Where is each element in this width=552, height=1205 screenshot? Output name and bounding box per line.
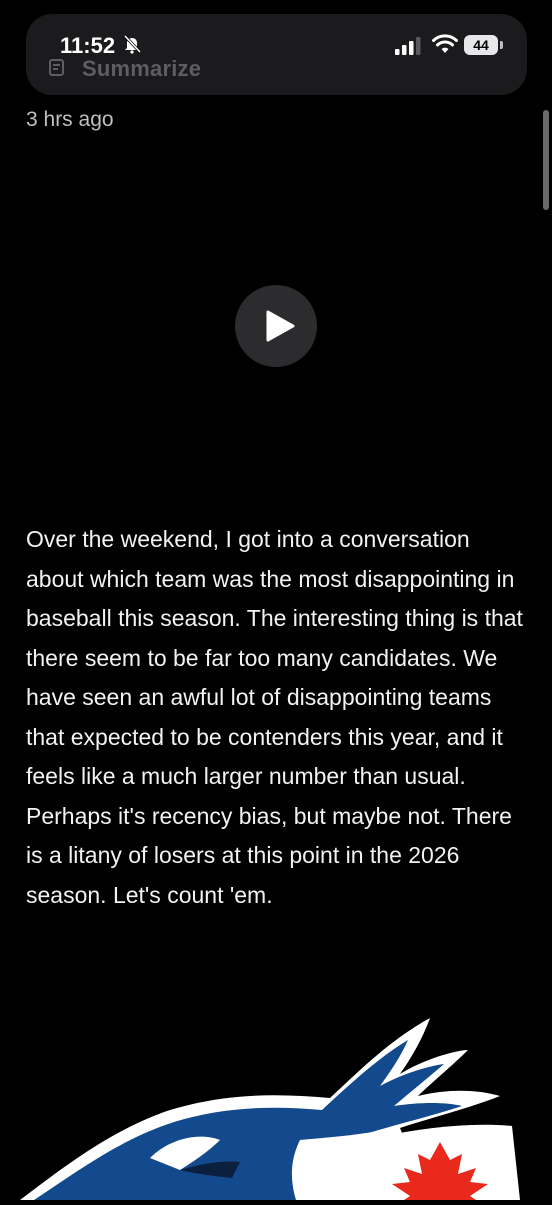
scrollbar[interactable] — [543, 110, 549, 210]
battery-icon: 44 — [464, 35, 504, 55]
bell-slash-icon — [122, 34, 142, 54]
play-icon — [266, 310, 295, 342]
summarize-label: Summarize — [82, 56, 202, 81]
battery-level: 44 — [464, 35, 498, 55]
blue-jays-logo — [0, 1010, 552, 1200]
summarize-icon — [48, 58, 68, 78]
cellular-signal-icon — [394, 37, 424, 55]
wifi-icon — [432, 34, 458, 54]
video-play-button[interactable] — [235, 285, 317, 367]
article-timestamp: 3 hrs ago — [26, 108, 114, 131]
article-body: Over the weekend, I got into a conversat… — [26, 526, 523, 908]
battery-tip — [500, 41, 503, 49]
status-time: 11:52 — [60, 33, 116, 58]
